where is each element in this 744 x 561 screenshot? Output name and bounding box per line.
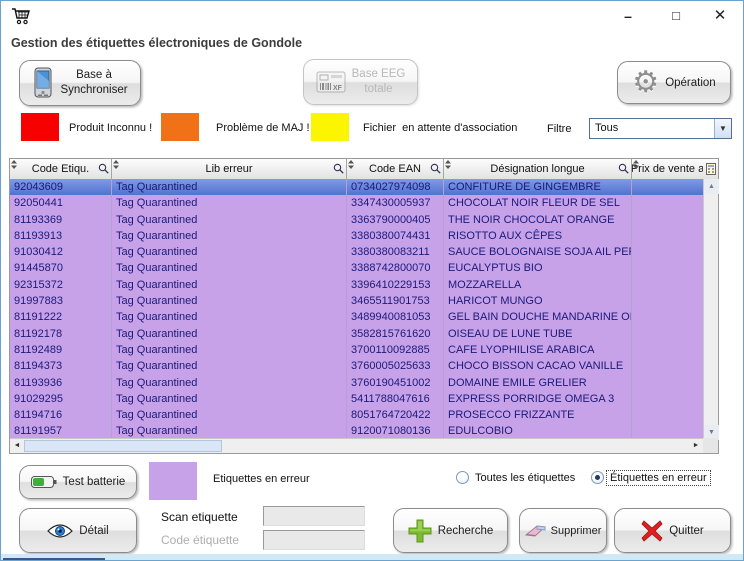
scan-label: Scan etiquette <box>161 510 238 524</box>
minimize-button[interactable]: – <box>613 3 643 29</box>
radio-all-labels[interactable] <box>456 471 469 484</box>
legend-label-maj: Problème de MAJ ! <box>216 122 310 134</box>
barcode-card-icon: XF <box>316 71 346 93</box>
horizontal-scrollbar[interactable]: ◄ ► <box>10 438 703 453</box>
pda-device-icon <box>32 67 54 99</box>
table-row[interactable]: 91029295 Tag Quarantined 5411788047616 E… <box>10 391 703 407</box>
radio-dot <box>595 475 600 480</box>
scroll-right-icon[interactable]: ► <box>689 439 703 453</box>
table-header-row: Code Etiqu. Lib erreur Code EAN Désignat… <box>10 159 718 179</box>
scan-input[interactable] <box>263 506 365 526</box>
vertical-scrollbar[interactable]: ▲ ▼ <box>703 179 718 440</box>
scroll-up-icon[interactable]: ▲ <box>704 179 719 194</box>
clipped-bottom-strip <box>1 554 744 561</box>
legend-swatch-red <box>21 113 59 141</box>
eraser-icon <box>525 523 547 539</box>
battery-icon <box>31 475 57 489</box>
app-window: – □ ✕ Gestion des étiquettes électroniqu… <box>0 0 744 561</box>
column-header-code-ean[interactable]: Code EAN <box>347 159 444 179</box>
sort-icon <box>445 160 451 169</box>
table-row[interactable]: 91445870 Tag Quarantined 3388742800070 E… <box>10 260 703 276</box>
table-row[interactable]: 81193936 Tag Quarantined 3760190451002 D… <box>10 375 703 391</box>
labels-table: Code Etiqu. Lib erreur Code EAN Désignat… <box>9 158 719 454</box>
search-icon[interactable] <box>618 163 629 174</box>
page-title: Gestion des étiquettes électroniques de … <box>11 36 302 50</box>
table-row[interactable]: 91030412 Tag Quarantined 3380380083211 S… <box>10 244 703 260</box>
code-label: Code étiquette <box>161 533 239 547</box>
sync-base-button[interactable]: Base à Synchroniser <box>19 60 141 106</box>
close-button[interactable]: ✕ <box>705 3 735 29</box>
table-row[interactable]: 81194373 Tag Quarantined 3760005025633 C… <box>10 358 703 374</box>
table-row[interactable]: 81193369 Tag Quarantined 3363790000405 T… <box>10 212 703 228</box>
table-row[interactable]: 81193913 Tag Quarantined 3380380074431 R… <box>10 228 703 244</box>
error-legend-label: Etiquettes en erreur <box>213 473 310 485</box>
eye-icon <box>47 523 73 539</box>
table-row[interactable]: 92315372 Tag Quarantined 3396410229153 M… <box>10 277 703 293</box>
radio-all-labels-label[interactable]: Toutes les étiquettes <box>475 472 575 484</box>
scrollbar-thumb[interactable] <box>24 440 222 452</box>
table-body: 92043609 Tag Quarantined 0734027974098 C… <box>10 179 703 440</box>
radio-error-labels[interactable] <box>591 471 604 484</box>
search-label: Recherche <box>438 525 494 537</box>
table-row[interactable]: 92050441 Tag Quarantined 3347430005937 C… <box>10 195 703 211</box>
quit-label: Quitter <box>669 525 704 537</box>
chevron-down-icon[interactable]: ▼ <box>714 119 731 138</box>
eeg-base-label: Base EEG totale <box>352 67 406 97</box>
filter-dropdown[interactable]: Tous ▼ <box>589 118 732 139</box>
operation-button[interactable]: ⚙ Opération <box>617 61 731 104</box>
quit-button[interactable]: Quitter <box>614 508 731 553</box>
sync-base-label: Base à Synchroniser <box>60 68 127 98</box>
svg-text:XF: XF <box>333 85 343 92</box>
plus-icon <box>408 519 432 543</box>
code-input[interactable] <box>263 530 365 550</box>
table-row[interactable]: 81194716 Tag Quarantined 8051764720422 P… <box>10 407 703 423</box>
filter-label: Filtre <box>547 123 571 135</box>
detail-label: Détail <box>79 525 108 537</box>
search-icon[interactable] <box>333 163 344 174</box>
sort-icon <box>633 160 639 169</box>
filter-dropdown-value: Tous <box>590 119 714 138</box>
sort-icon <box>11 160 17 169</box>
table-row[interactable]: 81191222 Tag Quarantined 3489940081053 G… <box>10 309 703 325</box>
legend-label-unknown: Produit Inconnu ! <box>69 122 152 134</box>
legend-swatch-yellow <box>311 113 349 141</box>
table-row[interactable]: 81192178 Tag Quarantined 3582815761620 O… <box>10 326 703 342</box>
sort-icon <box>348 160 354 169</box>
sort-icon <box>113 160 119 169</box>
legend-label-association: Fichier en attente d'association <box>363 122 517 134</box>
column-header-designation[interactable]: Désignation longue <box>444 159 632 179</box>
table-row[interactable]: 91997883 Tag Quarantined 3465511901753 H… <box>10 293 703 309</box>
calculator-icon <box>706 163 716 175</box>
x-icon <box>641 520 663 542</box>
test-battery-label: Test batterie <box>63 476 126 488</box>
maximize-button[interactable]: □ <box>661 3 691 29</box>
search-button[interactable]: Recherche <box>393 508 508 553</box>
scrollbar-corner <box>703 438 718 453</box>
delete-label: Supprimer <box>551 525 602 537</box>
column-header-prix[interactable]: Prix de vente a <box>632 159 703 179</box>
column-chooser-button[interactable] <box>703 159 718 179</box>
shopping-cart-icon <box>11 6 31 26</box>
title-bar: – □ ✕ <box>1 1 743 33</box>
operation-label: Opération <box>665 77 716 89</box>
radio-error-labels-label[interactable]: Étiquettes en erreur <box>606 470 711 486</box>
scroll-left-icon[interactable]: ◄ <box>10 439 24 453</box>
eeg-base-button[interactable]: XF Base EEG totale <box>303 59 418 105</box>
table-row[interactable]: 92043609 Tag Quarantined 0734027974098 C… <box>10 179 703 195</box>
column-header-lib-erreur[interactable]: Lib erreur <box>112 159 347 179</box>
table-row[interactable]: 81192489 Tag Quarantined 3700110092885 C… <box>10 342 703 358</box>
detail-button[interactable]: Détail <box>19 508 137 553</box>
delete-button[interactable]: Supprimer <box>519 508 607 553</box>
search-icon[interactable] <box>98 163 109 174</box>
search-icon[interactable] <box>430 163 441 174</box>
legend-swatch-purple <box>149 462 197 500</box>
column-header-code-etiq[interactable]: Code Etiqu. <box>10 159 112 179</box>
legend-swatch-orange <box>161 113 199 141</box>
gear-icon: ⚙ <box>632 68 659 98</box>
test-battery-button[interactable]: Test batterie <box>19 465 137 499</box>
